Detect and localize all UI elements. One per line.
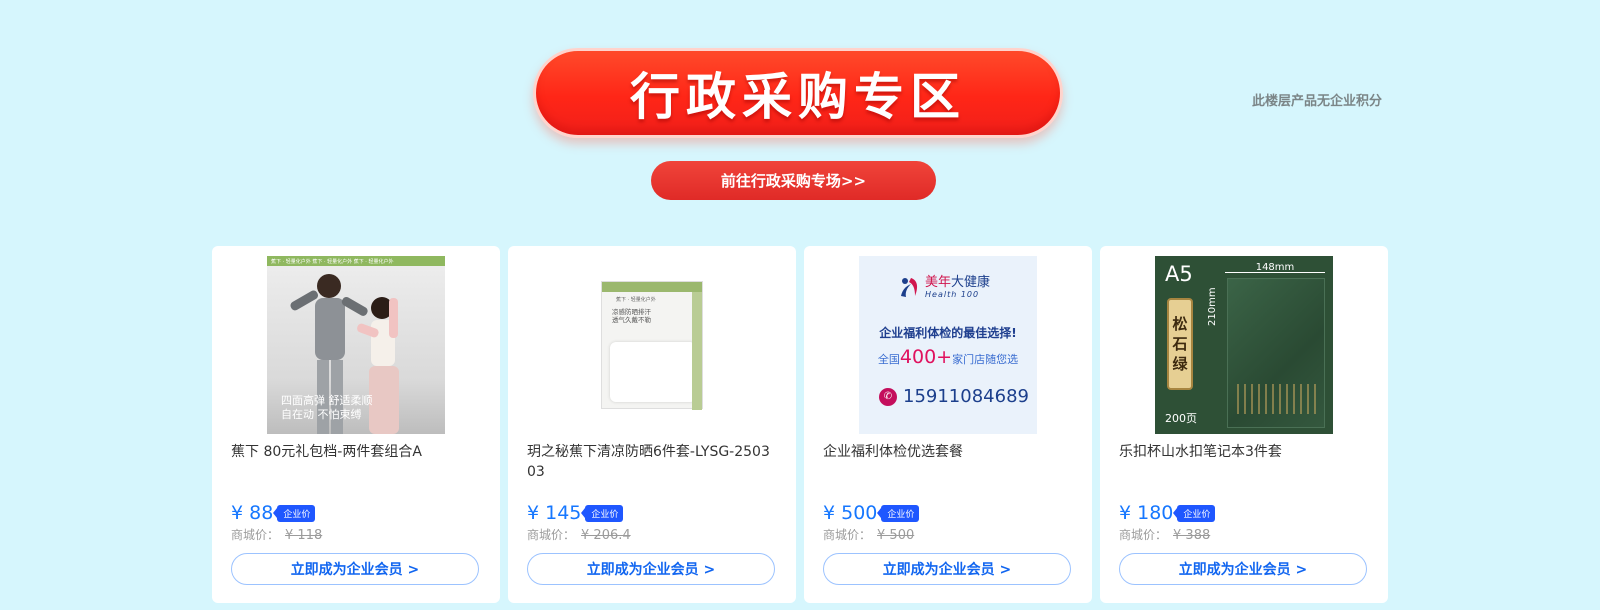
health-logo-icon <box>901 278 918 297</box>
price-row: ¥ 88 企业价 <box>231 502 316 524</box>
mall-price: ¥ 206.4 <box>581 528 631 543</box>
become-member-button[interactable]: 立即成为企业会员 > <box>527 553 775 585</box>
product-card[interactable]: 美年大健康 Health 100 企业福利体检的最佳选择! 全国400+家门店随… <box>804 246 1092 603</box>
become-member-button[interactable]: 立即成为企业会员 > <box>231 553 479 585</box>
notebook-pages: 200页 <box>1165 412 1197 425</box>
package-text: 凉感防晒排汗 透气久戴不勒 <box>612 308 651 324</box>
product-title[interactable]: 蕉下 80元礼包档-两件套组合A <box>231 442 481 462</box>
product-title[interactable]: 乐扣杯山水扣笔记本3件套 <box>1119 442 1369 462</box>
enterprise-price: ¥ 88 <box>231 502 274 524</box>
product-image[interactable]: A5 148mm 松 石 绿 210mm 200页 <box>1155 256 1333 434</box>
product-image[interactable]: 蕉下 · 轻量化户外 蕉下 · 轻量化户外 蕉下 · 轻量化户外 四面高弹 舒适… <box>267 256 445 434</box>
enterprise-price-badge: 企业价 <box>881 504 920 522</box>
mall-price: ¥ 500 <box>877 528 915 543</box>
mall-price: ¥ 388 <box>1173 528 1211 543</box>
mall-price-label: 商城价： <box>1119 528 1168 542</box>
product-image[interactable]: 美年大健康 Health 100 企业福利体检的最佳选择! 全国400+家门店随… <box>859 256 1037 434</box>
enterprise-price-badge: 企业价 <box>277 504 316 522</box>
health-logo: 美年大健康 Health 100 <box>897 274 990 300</box>
phone-icon: ✆ <box>879 387 897 406</box>
enterprise-price: ¥ 500 <box>823 502 878 524</box>
enterprise-price: ¥ 180 <box>1119 502 1174 524</box>
mall-price-label: 商城价： <box>231 528 280 542</box>
goto-procurement-button[interactable]: 前往行政采购专场>> <box>651 161 936 200</box>
mall-price-label: 商城价： <box>527 528 576 542</box>
enterprise-price-badge: 企业价 <box>585 504 624 522</box>
health-slogan: 企业福利体检的最佳选择! <box>879 326 1017 340</box>
product-card[interactable]: 蕉下 · 轻量化户外 凉感防晒排汗 透气久戴不勒 玥之秘蕉下清凉防晒6件套-LY… <box>508 246 796 603</box>
enterprise-price-badge: 企业价 <box>1177 504 1216 522</box>
mall-price-row: 商城价： ¥ 118 <box>231 526 322 543</box>
enterprise-price: ¥ 145 <box>527 502 582 524</box>
notebook-scroll: 松 石 绿 <box>1167 298 1193 390</box>
notebook-size: A5 <box>1165 262 1193 286</box>
mall-price-label: 商城价： <box>823 528 872 542</box>
contact-phone: ✆ 15911084689 <box>879 386 1029 407</box>
banner-title: 行政采购专区 <box>630 68 966 126</box>
mall-price-row: 商城价： ¥ 206.4 <box>527 526 631 543</box>
product-card[interactable]: 蕉下 · 轻量化户外 蕉下 · 轻量化户外 蕉下 · 轻量化户外 四面高弹 舒适… <box>212 246 500 603</box>
notebook-width: 148mm <box>1225 263 1325 273</box>
floor-note: 此楼层产品无企业积分 <box>1251 94 1382 109</box>
mall-price: ¥ 118 <box>285 528 323 543</box>
product-card[interactable]: A5 148mm 松 石 绿 210mm 200页 乐扣杯山水扣笔记本3件套 ¥… <box>1100 246 1388 603</box>
sleeve-package: 蕉下 · 轻量化户外 凉感防晒排汗 透气久戴不勒 <box>601 281 703 410</box>
notebook-height: 210mm <box>1207 287 1218 326</box>
store-count: 全国400+家门店随您选 <box>877 346 1019 368</box>
product-image[interactable]: 蕉下 · 轻量化户外 凉感防晒排汗 透气久戴不勒 <box>563 256 741 434</box>
image-caption: 四面高弹 舒适柔顺 自在动 不怕束缚 <box>281 394 373 421</box>
price-row: ¥ 180 企业价 <box>1119 502 1216 524</box>
sleeve-fabric <box>610 342 696 402</box>
product-title[interactable]: 企业福利体检优选套餐 <box>823 442 1073 462</box>
price-row: ¥ 145 企业价 <box>527 502 624 524</box>
notebook-artwork <box>1237 384 1317 414</box>
product-title[interactable]: 玥之秘蕉下清凉防晒6件套-LYSG-250303 <box>527 442 777 482</box>
mall-price-row: 商城价： ¥ 388 <box>1119 526 1210 543</box>
mall-price-row: 商城价： ¥ 500 <box>823 526 914 543</box>
become-member-button[interactable]: 立即成为企业会员 > <box>823 553 1071 585</box>
become-member-button[interactable]: 立即成为企业会员 > <box>1119 553 1367 585</box>
product-list: 蕉下 · 轻量化户外 蕉下 · 轻量化户外 蕉下 · 轻量化户外 四面高弹 舒适… <box>212 246 1388 603</box>
section-banner: 行政采购专区 <box>533 48 1063 138</box>
price-row: ¥ 500 企业价 <box>823 502 920 524</box>
